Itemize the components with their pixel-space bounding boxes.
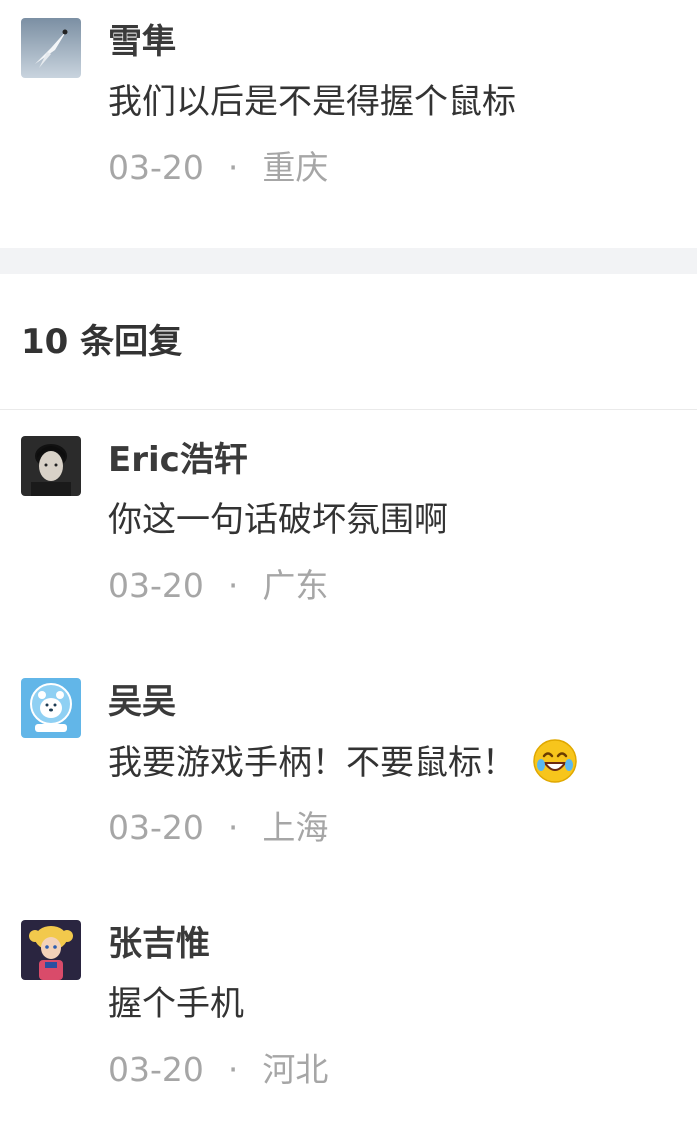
meta-separator: · (227, 808, 239, 847)
comment-date: 03-20 (108, 148, 204, 187)
bird-avatar-icon (21, 18, 81, 78)
reply-date: 03-20 (108, 808, 204, 847)
reply-text: 你这一句话破坏氛围啊 (108, 500, 448, 540)
reply-meta: 03-20 · 上海 (108, 804, 328, 852)
reply-item: 吴吴 我要游戏手柄！不要鼠标！ 03-20 · 上海 (0, 678, 697, 878)
person-avatar-icon (21, 436, 81, 496)
reply-text: 我要游戏手柄！不要鼠标！ (108, 743, 516, 783)
reply-item: Eric浩轩 你这一句话破坏氛围啊 03-20 · 广东 (0, 436, 697, 636)
reply-author[interactable]: 张吉惟 (108, 920, 210, 968)
reply-location: 河北 (262, 1050, 329, 1089)
reply-text: 握个手机 (108, 984, 244, 1024)
meta-separator: · (227, 148, 239, 187)
avatar[interactable] (21, 678, 81, 738)
laughing-crying-emoji-icon (532, 738, 578, 797)
comment-author[interactable]: 雪隼 (108, 18, 176, 66)
reply-item: 张吉惟 握个手机 03-20 · 河北 (0, 920, 697, 1120)
bear-avatar-icon (21, 678, 81, 738)
comment-meta: 03-20 · 重庆 (108, 144, 328, 192)
reply-author[interactable]: 吴吴 (108, 678, 176, 726)
reply-text-line: 我要游戏手柄！不要鼠标！ (108, 738, 578, 797)
anime-character-avatar-icon (21, 920, 81, 980)
reply-author[interactable]: Eric浩轩 (108, 436, 248, 484)
main-comment: 雪隼 我们以后是不是得握个鼠标 03-20 · 重庆 (0, 18, 697, 218)
reply-meta: 03-20 · 广东 (108, 562, 328, 610)
reply-meta: 03-20 · 河北 (108, 1046, 328, 1094)
reply-date: 03-20 (108, 1050, 204, 1089)
meta-separator: · (227, 566, 239, 605)
header-divider (0, 409, 697, 410)
avatar[interactable] (21, 18, 81, 78)
reply-location: 广东 (262, 566, 329, 605)
avatar[interactable] (21, 436, 81, 496)
avatar[interactable] (21, 920, 81, 980)
meta-separator: · (227, 1050, 239, 1089)
reply-date: 03-20 (108, 566, 204, 605)
replies-count-header: 10 条回复 (21, 322, 183, 362)
reply-location: 上海 (262, 808, 329, 847)
comment-location: 重庆 (262, 148, 329, 187)
comment-text: 我们以后是不是得握个鼠标 (108, 82, 516, 122)
section-divider (0, 248, 697, 274)
